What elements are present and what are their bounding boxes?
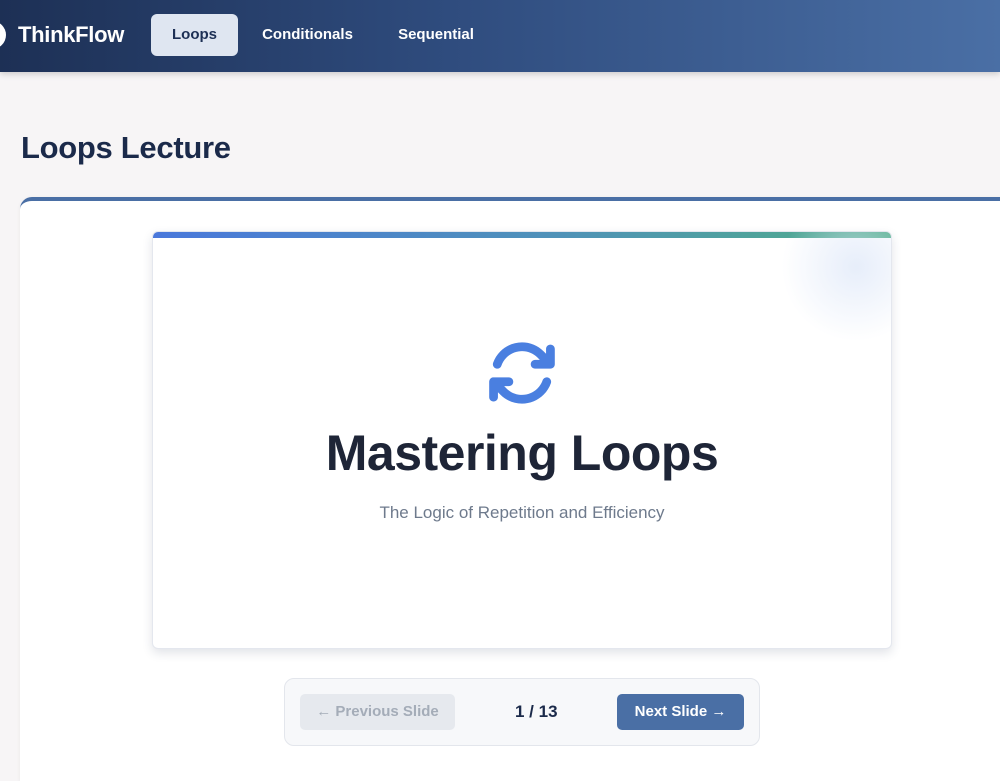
page-title: Loops Lecture — [21, 130, 231, 165]
slide-counter: 1 / 13 — [515, 702, 558, 721]
slide-card: Mastering Loops The Logic of Repetition … — [152, 231, 892, 649]
brand-name: ThinkFlow — [18, 22, 125, 47]
slide-corner-glow — [781, 232, 891, 342]
slide-title: Mastering Loops — [325, 425, 719, 481]
slide-subtitle: The Logic of Repetition and Efficiency — [379, 503, 665, 522]
tab-conditionals[interactable]: Conditionals — [250, 14, 365, 56]
loop-refresh-icon — [489, 342, 555, 404]
previous-slide-button[interactable]: ← Previous Slide — [300, 694, 455, 730]
top-navigation-bar: ThinkFlow Loops Conditionals Sequential — [0, 0, 1000, 72]
next-slide-button[interactable]: Next Slide → — [617, 694, 744, 730]
slide-navigation: ← Previous Slide 1 / 13 Next Slide → — [284, 678, 760, 746]
tab-loops[interactable]: Loops — [151, 14, 238, 56]
logo-icon — [0, 21, 6, 49]
tab-sequential[interactable]: Sequential — [382, 14, 490, 56]
slide-accent-bar — [153, 232, 891, 238]
